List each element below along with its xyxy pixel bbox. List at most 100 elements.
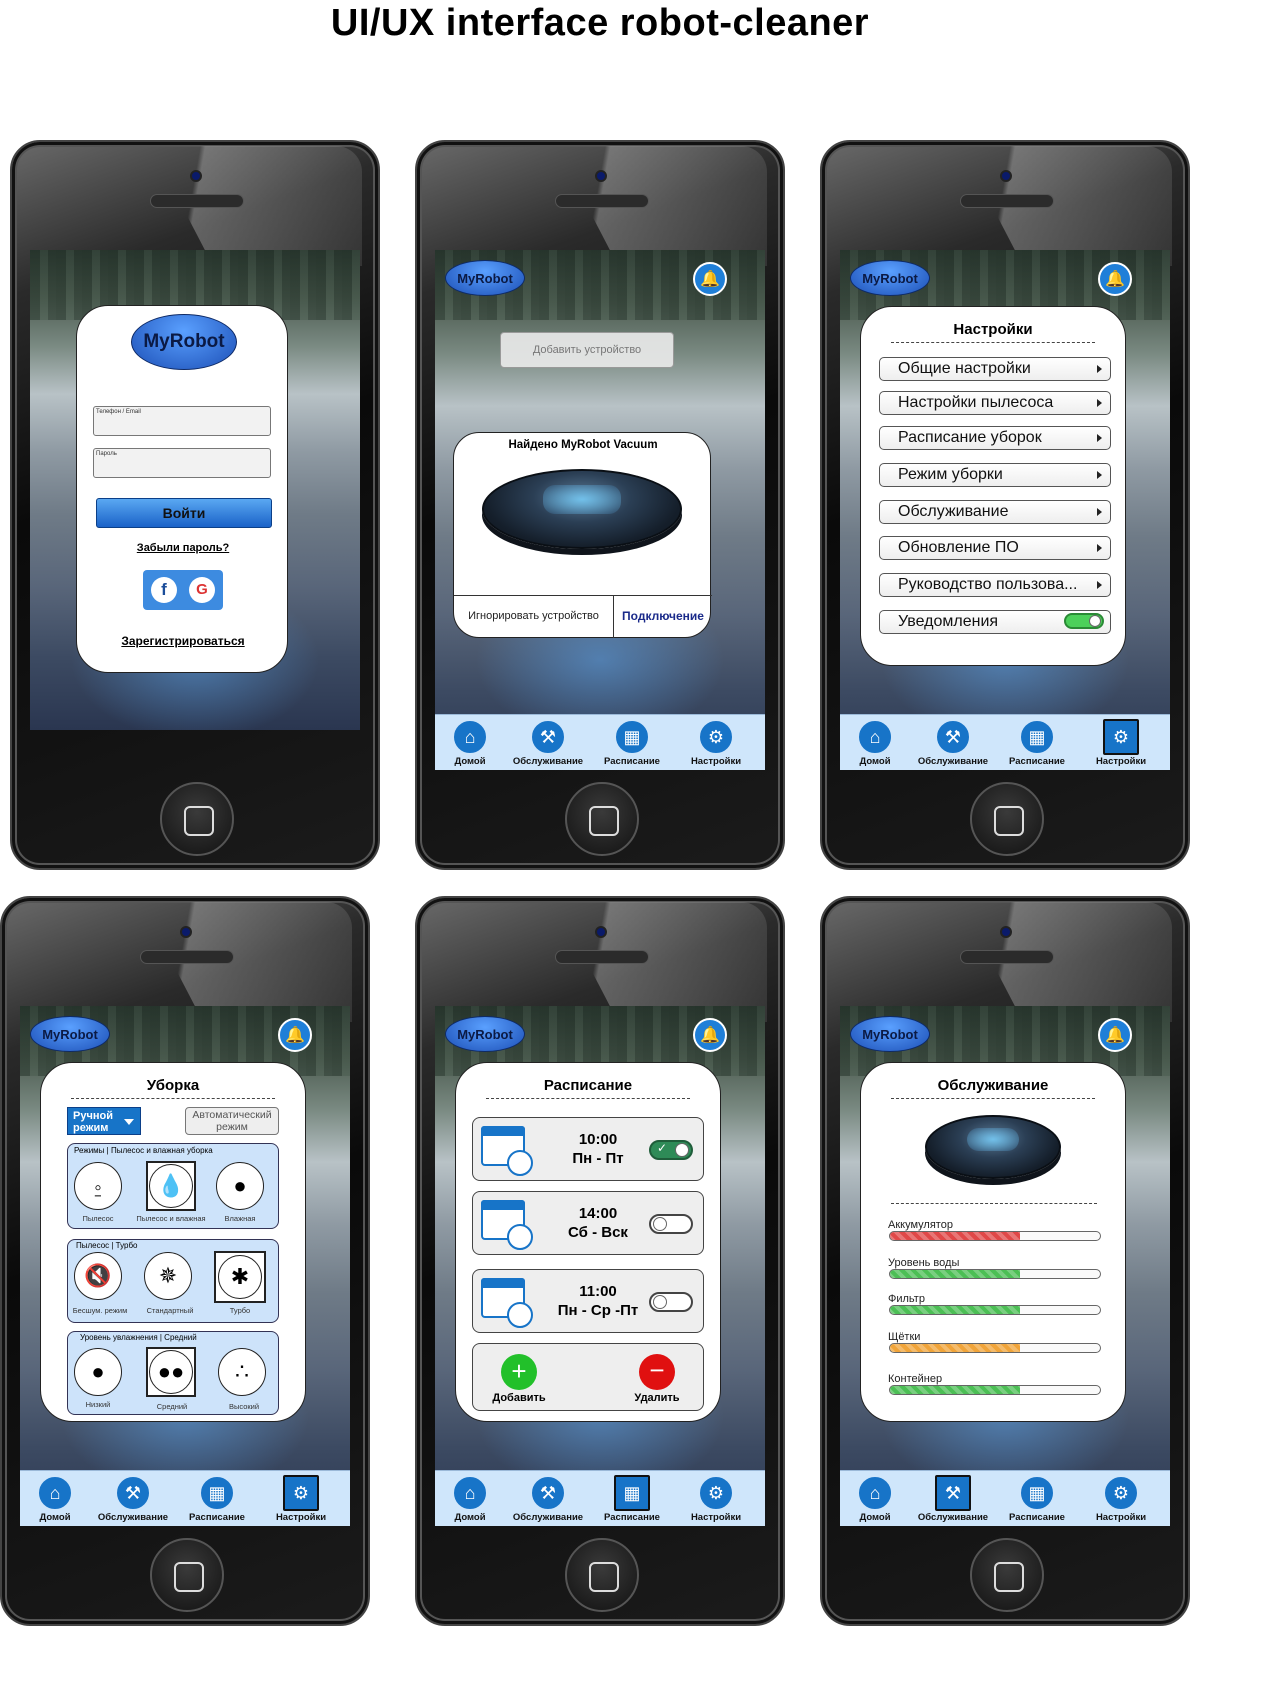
nav-settings[interactable]: ⚙ Настройки [1080,717,1162,769]
vacuum-wet-mode-icon[interactable]: 💧 [146,1161,196,1211]
gear-icon: ⚙ [1103,1475,1139,1511]
nav-service[interactable]: ⚒ Обслуживание [507,1473,589,1525]
add-icon[interactable]: + [501,1354,537,1390]
tools-icon: ⚒ [530,1475,566,1511]
group-suction: Пылесос | Турбо 🔇 ✵ ✱ Бесшум. режим Стан… [67,1239,279,1323]
nav-schedule[interactable]: ▦ Расписание [996,717,1078,769]
auto-mode-button[interactable]: Автоматический режим [185,1107,279,1135]
home-button[interactable] [565,782,639,856]
delete-schedule-button[interactable]: Удалить [621,1392,693,1404]
add-device-input[interactable]: Добавить устройство [500,332,674,368]
vacuum-mode-icon[interactable]: ⍛ [74,1162,122,1210]
facebook-icon[interactable]: f [151,577,177,603]
robot-vacuum-image [925,1115,1061,1179]
settings-item-update[interactable]: Обновление ПО [879,536,1111,560]
register-link[interactable]: Зарегистрироваться [77,634,289,648]
camera [180,926,192,938]
nav-settings[interactable]: ⚙ Настройки [260,1473,342,1525]
bottom-nav: ⌂ Домой ⚒ Обслуживание ▦ Расписание ⚙ Настро… [435,714,765,770]
chevron-right-icon [1097,544,1102,552]
brushes-level-bar [889,1343,1101,1353]
home-icon: ⌂ [452,719,488,755]
nav-home[interactable]: ⌂ Домой [840,1473,916,1525]
password-field[interactable]: Пароль [93,448,271,478]
bell-icon[interactable]: 🔔 [693,1018,727,1052]
brand-logo[interactable]: MyRobot [850,260,930,296]
nav-schedule[interactable]: ▦ Расписание [996,1473,1078,1525]
brand-logo[interactable]: MyRobot [445,1016,525,1052]
schedule-toggle[interactable] [649,1292,693,1312]
group-humidity: Уровень увлажнения | Средний ● ●● ∴ Низк… [67,1331,279,1415]
login-button[interactable]: Войти [96,498,272,528]
add-schedule-button[interactable]: Добавить [483,1392,555,1404]
forgot-password-link[interactable]: Забыли пароль? [77,542,289,554]
group-clean-mode: Режимы | Пылесос и влажная уборка ⍛ 💧 ● … [67,1143,279,1229]
settings-item-notifications[interactable]: Уведомления [879,610,1111,634]
delete-icon[interactable]: − [639,1354,675,1390]
schedule-title: Расписание [543,1077,633,1094]
brand-logo[interactable]: MyRobot [30,1016,110,1052]
phone-login: MyRobot Телефон / Email Пароль Войти Заб… [10,140,380,870]
bell-icon[interactable]: 🔔 [1098,1018,1132,1052]
page-title: UI/UX interface robot-cleaner [330,2,870,44]
nav-home[interactable]: ⌂ Домой [435,717,511,769]
nav-settings[interactable]: ⚙ Настройки [675,717,757,769]
bell-icon[interactable]: 🔔 [278,1018,312,1052]
connect-button[interactable]: Подключение [614,596,712,638]
tools-icon: ⚒ [935,1475,971,1511]
device-actions: Игнорировать устройство Подключение [454,595,712,639]
home-button[interactable] [565,1538,639,1612]
settings-item-service[interactable]: Обслуживание [879,500,1111,524]
settings-item-manual[interactable]: Руководство пользова... [879,573,1111,597]
drop-low-icon[interactable]: ● [74,1348,122,1396]
fan-turbo-icon[interactable]: ✱ [214,1251,266,1303]
bell-icon[interactable]: 🔔 [1098,262,1132,296]
nav-schedule[interactable]: ▦ Расписание [591,1473,673,1525]
nav-service[interactable]: ⚒ Обслуживание [92,1473,174,1525]
bar-label: Фильтр [888,1293,925,1305]
schedule-toggle[interactable] [649,1214,693,1234]
settings-item-vacuum[interactable]: Настройки пылесоса [879,391,1111,415]
notifications-toggle[interactable] [1064,613,1104,629]
gear-icon: ⚙ [698,719,734,755]
drop-high-icon[interactable]: ∴ [218,1348,266,1396]
settings-item-schedule[interactable]: Расписание уборок [879,426,1111,450]
nav-schedule[interactable]: ▦ Расписание [176,1473,258,1525]
device-found-title: Найдено MyRobot Vacuum [508,439,658,451]
nav-settings[interactable]: ⚙ Настройки [675,1473,757,1525]
nav-service[interactable]: ⚒ Обслуживание [507,717,589,769]
fan-standard-icon[interactable]: ✵ [144,1252,192,1300]
home-button[interactable] [150,1538,224,1612]
manual-mode-select[interactable]: Ручной режим [67,1107,141,1135]
nav-home[interactable]: ⌂ Домой [20,1473,96,1525]
ignore-device-button[interactable]: Игнорировать устройство [454,596,614,638]
home-button[interactable] [160,782,234,856]
brand-logo[interactable]: MyRobot [445,260,525,296]
google-icon[interactable]: G [189,577,215,603]
nav-schedule[interactable]: ▦ Расписание [591,717,673,769]
bell-icon[interactable]: 🔔 [693,262,727,296]
gear-icon: ⚙ [1103,719,1139,755]
nav-home[interactable]: ⌂ Домой [435,1473,511,1525]
schedule-entry[interactable]: 11:00 Пн - Ср -Пт [472,1269,704,1333]
filter-level-bar [889,1305,1101,1315]
silent-mode-icon[interactable]: 🔇 [74,1252,122,1300]
calendar-clock-icon [481,1200,533,1250]
drop-medium-icon[interactable]: ●● [146,1347,196,1397]
container-level-bar [889,1385,1101,1395]
nav-service[interactable]: ⚒ Обслуживание [912,717,994,769]
wet-mode-icon[interactable]: ● [216,1162,264,1210]
nav-settings[interactable]: ⚙ Настройки [1080,1473,1162,1525]
schedule-entry[interactable]: 14:00 Сб - Вск [472,1191,704,1255]
phone-cleaning: MyRobot 🔔 Уборка Ручной режим Автоматиче… [0,896,370,1626]
schedule-entry[interactable]: 10:00 Пн - Пт ✓ [472,1117,704,1181]
brand-logo[interactable]: MyRobot [850,1016,930,1052]
settings-item-mode[interactable]: Режим уборки [879,463,1111,487]
home-button[interactable] [970,782,1044,856]
nav-home[interactable]: ⌂ Домой [840,717,916,769]
nav-service[interactable]: ⚒ Обслуживание [912,1473,994,1525]
schedule-toggle[interactable]: ✓ [649,1140,693,1160]
settings-item-general[interactable]: Общие настройки [879,357,1111,381]
home-button[interactable] [970,1538,1044,1612]
phone-email-field[interactable]: Телефон / Email [93,406,271,436]
